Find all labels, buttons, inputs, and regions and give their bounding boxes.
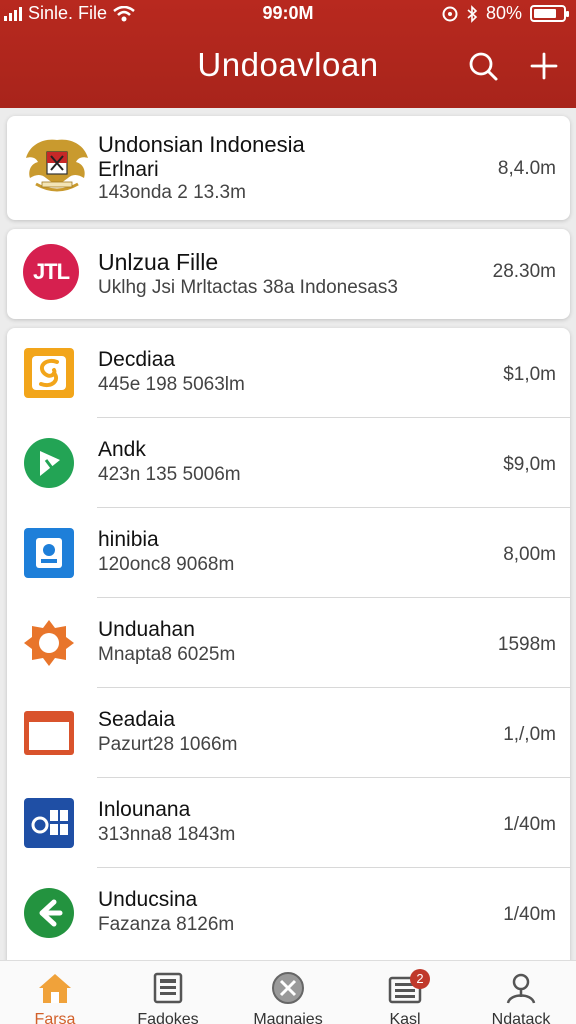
app-name: Unduahan [98,618,195,641]
battery-percent: 80% [485,3,522,23]
featured-title: Undonsian Indonesia [98,132,305,157]
app-meta: 423n 135 5006m [98,464,241,485]
nav-label: Farsa [34,1011,76,1024]
add-button[interactable] [524,46,564,86]
app-size: 1598m [497,634,556,655]
list-item[interactable]: Inlounana 313nna8 1843m 1/40m [7,778,570,868]
notification-badge: 2 [410,969,430,989]
app-size: 8,00m [503,544,556,565]
featured-size: 28.30m [492,261,556,282]
jtl-logo-icon: JTL [23,244,79,300]
nav-label: Fadokes [137,1011,199,1024]
nav-item-documents[interactable]: Fadokes [113,961,223,1024]
search-button[interactable] [463,46,503,86]
document-icon [153,972,183,1004]
featured-size: 8,4.0m [497,158,556,179]
app-meta: 313nna8 1843m [98,824,236,845]
app-meta: Pazurt28 1066m [98,734,238,755]
list-item[interactable]: Unduahan Mnapta8 6025m 1598m [7,598,570,688]
orange-flower-icon [24,620,74,666]
bluetooth-icon [467,4,478,23]
app-header: Sinle. File 99:0M 80% Undoavloan [0,0,576,108]
app-meta: 445e 198 5063lm [98,374,245,395]
home-icon [39,974,71,1003]
list-item[interactable]: hinibia 120onc8 9068m 8,00m [7,508,570,598]
featured-card-indonesia[interactable]: Undonsian Indonesia Erlnari 143onda 2 13… [7,116,570,220]
app-name: Decdiaa [98,348,176,371]
featured-subtitle: Erlnari [98,158,159,181]
list-item[interactable]: Unducsina Fazanza 8126m 1/40m [7,868,570,958]
featured-meta: 143onda 2 13.3m [98,182,246,203]
nav-item-home[interactable]: Farsa [0,961,110,1024]
app-name: Seadaia [98,708,176,731]
app-size: 1,/,0m [503,724,556,745]
plus-icon [530,52,558,80]
app-size: $9,0m [503,454,556,475]
nav-label: Kasl [389,1011,421,1024]
featured-meta: Uklhg Jsi Mrltactas 38a Indonesas3 [98,277,398,298]
status-bar: Sinle. File 99:0M 80% [0,0,576,28]
app-meta: 120onc8 9068m [98,554,235,575]
bottom-navigation: Farsa Fadokes Magnajes 2 Kasl Ndatack [0,960,576,1024]
app-size: $1,0m [503,364,556,385]
app-meta: Mnapta8 6025m [98,644,236,665]
close-circle-icon [272,972,304,1004]
app-name: hinibia [98,528,159,551]
indonesia-emblem-icon [26,139,88,192]
person-icon [506,973,536,1004]
app-size: 1/40m [503,814,556,835]
nav-item-manage[interactable]: Magnajes [233,961,343,1024]
battery-icon [530,5,569,22]
featured-title: Unlzua Fille [98,249,219,275]
yellow-swirl-icon [24,348,74,398]
app-name: Inlounana [98,798,191,821]
app-name: Andk [98,438,146,461]
app-size: 1/40m [503,904,556,925]
green-arrow-icon [24,888,74,938]
alarm-icon [442,6,458,21]
nav-label: Ndatack [491,1011,551,1024]
list-item[interactable]: Seadaia Pazurt28 1066m 1,/,0m [7,688,570,778]
list-item[interactable]: Andk 423n 135 5006m $9,0m [7,418,570,508]
blue-shield-icon [24,528,74,578]
office-icon [24,798,74,848]
app-name: Unducsina [98,888,198,911]
search-icon [469,52,498,81]
window-icon [24,711,74,755]
green-play-icon [24,438,74,488]
app-list: Decdiaa 445e 198 5063lm $1,0m Andk 423n … [7,328,570,968]
nav-item-list[interactable]: 2 Kasl [350,961,460,1024]
nav-item-account[interactable]: Ndatack [466,961,576,1024]
nav-label: Magnajes [253,1011,323,1024]
list-item[interactable]: Decdiaa 445e 198 5063lm $1,0m [7,328,570,418]
app-meta: Fazanza 8126m [98,914,235,935]
featured-card-file[interactable]: JTL Unlzua Fille Uklhg Jsi Mrltactas 38a… [7,229,570,319]
